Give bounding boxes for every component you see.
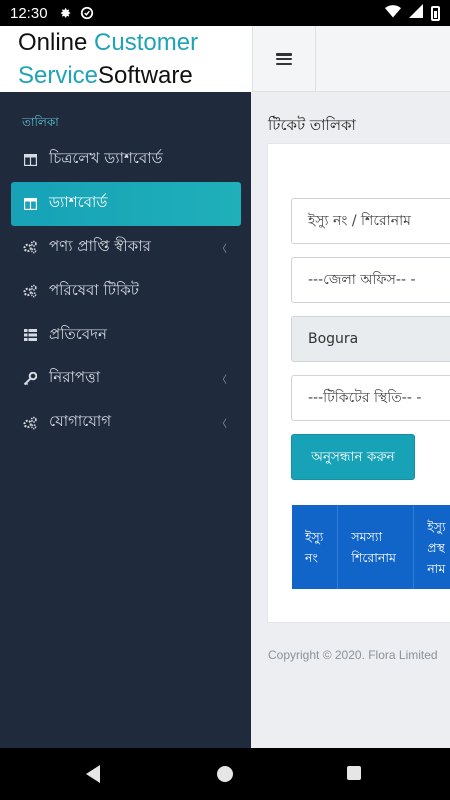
sidebar-item-security[interactable]: নিরাপত্তা 〈 xyxy=(11,357,241,401)
column-header-issuer-name[interactable]: ইস্যু প্রস্থ নাম xyxy=(414,505,450,589)
logo-text-service: Service xyxy=(18,62,99,89)
sidebar-item-label: প্রতিবেদন xyxy=(49,324,107,343)
table-icon xyxy=(23,153,37,167)
sidebar-item-label: ড্যাশবোর্ড xyxy=(49,193,108,212)
cogs-icon xyxy=(23,416,37,430)
sync-icon xyxy=(80,6,94,20)
sidebar-item-product-receipt[interactable]: পণ্য প্রাপ্তি স্বীকার 〈 xyxy=(11,226,241,270)
cogs-icon xyxy=(23,284,37,298)
sidebar-heading: তালিকা xyxy=(22,115,59,129)
column-header-issue-no[interactable]: ইস্যু নং xyxy=(292,505,339,589)
sidebar-item-label: নিরাপত্তা xyxy=(49,368,101,387)
sidebar-item-contact[interactable]: যোগাযোগ 〈 xyxy=(11,401,241,445)
sidebar-item-service-ticket[interactable]: পরিষেবা টিকিট xyxy=(11,269,241,313)
logo-text-software: Software xyxy=(98,62,193,89)
battery-icon xyxy=(431,5,440,21)
sidebar-item-reports[interactable]: প্রতিবেদন xyxy=(11,313,241,357)
sidebar-item-label: পরিষেবা টিকিট xyxy=(49,280,139,299)
page-title: টিকেট তালিকা xyxy=(268,116,356,134)
search-button[interactable]: অনুসন্ধান করুন xyxy=(291,434,415,480)
hamburger-menu-icon xyxy=(276,53,292,65)
logo-text-online: Online xyxy=(18,29,95,56)
key-icon xyxy=(23,371,37,386)
recent-apps-icon[interactable] xyxy=(347,766,361,780)
issue-search-input[interactable]: ইস্যু নং / শিরোনাম xyxy=(291,198,450,244)
sidebar-item-label: যোগাযোগ xyxy=(49,412,112,431)
home-icon[interactable] xyxy=(217,766,233,782)
main-content: টিকেট তালিকা ইস্যু নং / শিরোনাম ---জেলা … xyxy=(251,92,450,748)
logo-text-customer: Customer xyxy=(94,29,199,56)
sidebar-item-dashboard[interactable]: ড্যাশবোর্ড xyxy=(11,181,241,226)
ticket-filter-card: ইস্যু নং / শিরোনাম ---জেলা অফিস-- - Bogu… xyxy=(267,143,450,623)
ticket-table-header: ইস্যু নং সমস্যা শিরোনাম ইস্যু প্রস্থ নাম xyxy=(292,505,450,589)
cogs-icon xyxy=(23,240,37,254)
chevron-left-icon: 〈 xyxy=(217,243,227,255)
sidebar-nav: চিত্রলেখ ড্যাশবোর্ড ড্যাশবোর্ড পণ্য প্রা… xyxy=(11,138,241,445)
ticket-status-select[interactable]: ---টিকিটের স্থিতি-- - xyxy=(291,375,450,421)
sidebar: তালিকা চিত্রলেখ ড্যাশবোর্ড ড্যাশবোর্ড পণ… xyxy=(0,92,251,748)
sidebar-toggle-button[interactable] xyxy=(252,26,316,92)
status-time: 12:30 xyxy=(10,4,48,22)
app-header: Online Customer ServiceSoftware xyxy=(0,26,450,92)
list-icon xyxy=(23,328,37,342)
sidebar-item-graph-dashboard[interactable]: চিত্রলেখ ড্যাশবোর্ড xyxy=(11,138,241,182)
column-header-problem-title[interactable]: সমস্যা শিরোনাম xyxy=(338,505,415,589)
chevron-left-icon: 〈 xyxy=(217,375,227,387)
table-icon xyxy=(23,197,37,211)
app-logo[interactable]: Online Customer ServiceSoftware xyxy=(0,26,252,92)
sidebar-item-label: চিত্রলেখ ড্যাশবোর্ড xyxy=(49,149,163,168)
wifi-icon xyxy=(385,4,401,22)
settings-gear-icon xyxy=(58,6,72,20)
chevron-left-icon: 〈 xyxy=(217,419,227,431)
status-bar: 12:30 xyxy=(0,0,450,26)
location-select[interactable]: Bogura xyxy=(291,316,450,362)
back-icon[interactable] xyxy=(86,765,100,783)
copyright-text: Copyright © 2020. Flora Limited xyxy=(268,648,438,662)
signal-icon xyxy=(409,4,423,22)
sidebar-item-label: পণ্য প্রাপ্তি স্বীকার xyxy=(49,236,151,255)
system-nav-bar xyxy=(0,748,450,800)
district-office-select[interactable]: ---জেলা অফিস-- - xyxy=(291,257,450,303)
